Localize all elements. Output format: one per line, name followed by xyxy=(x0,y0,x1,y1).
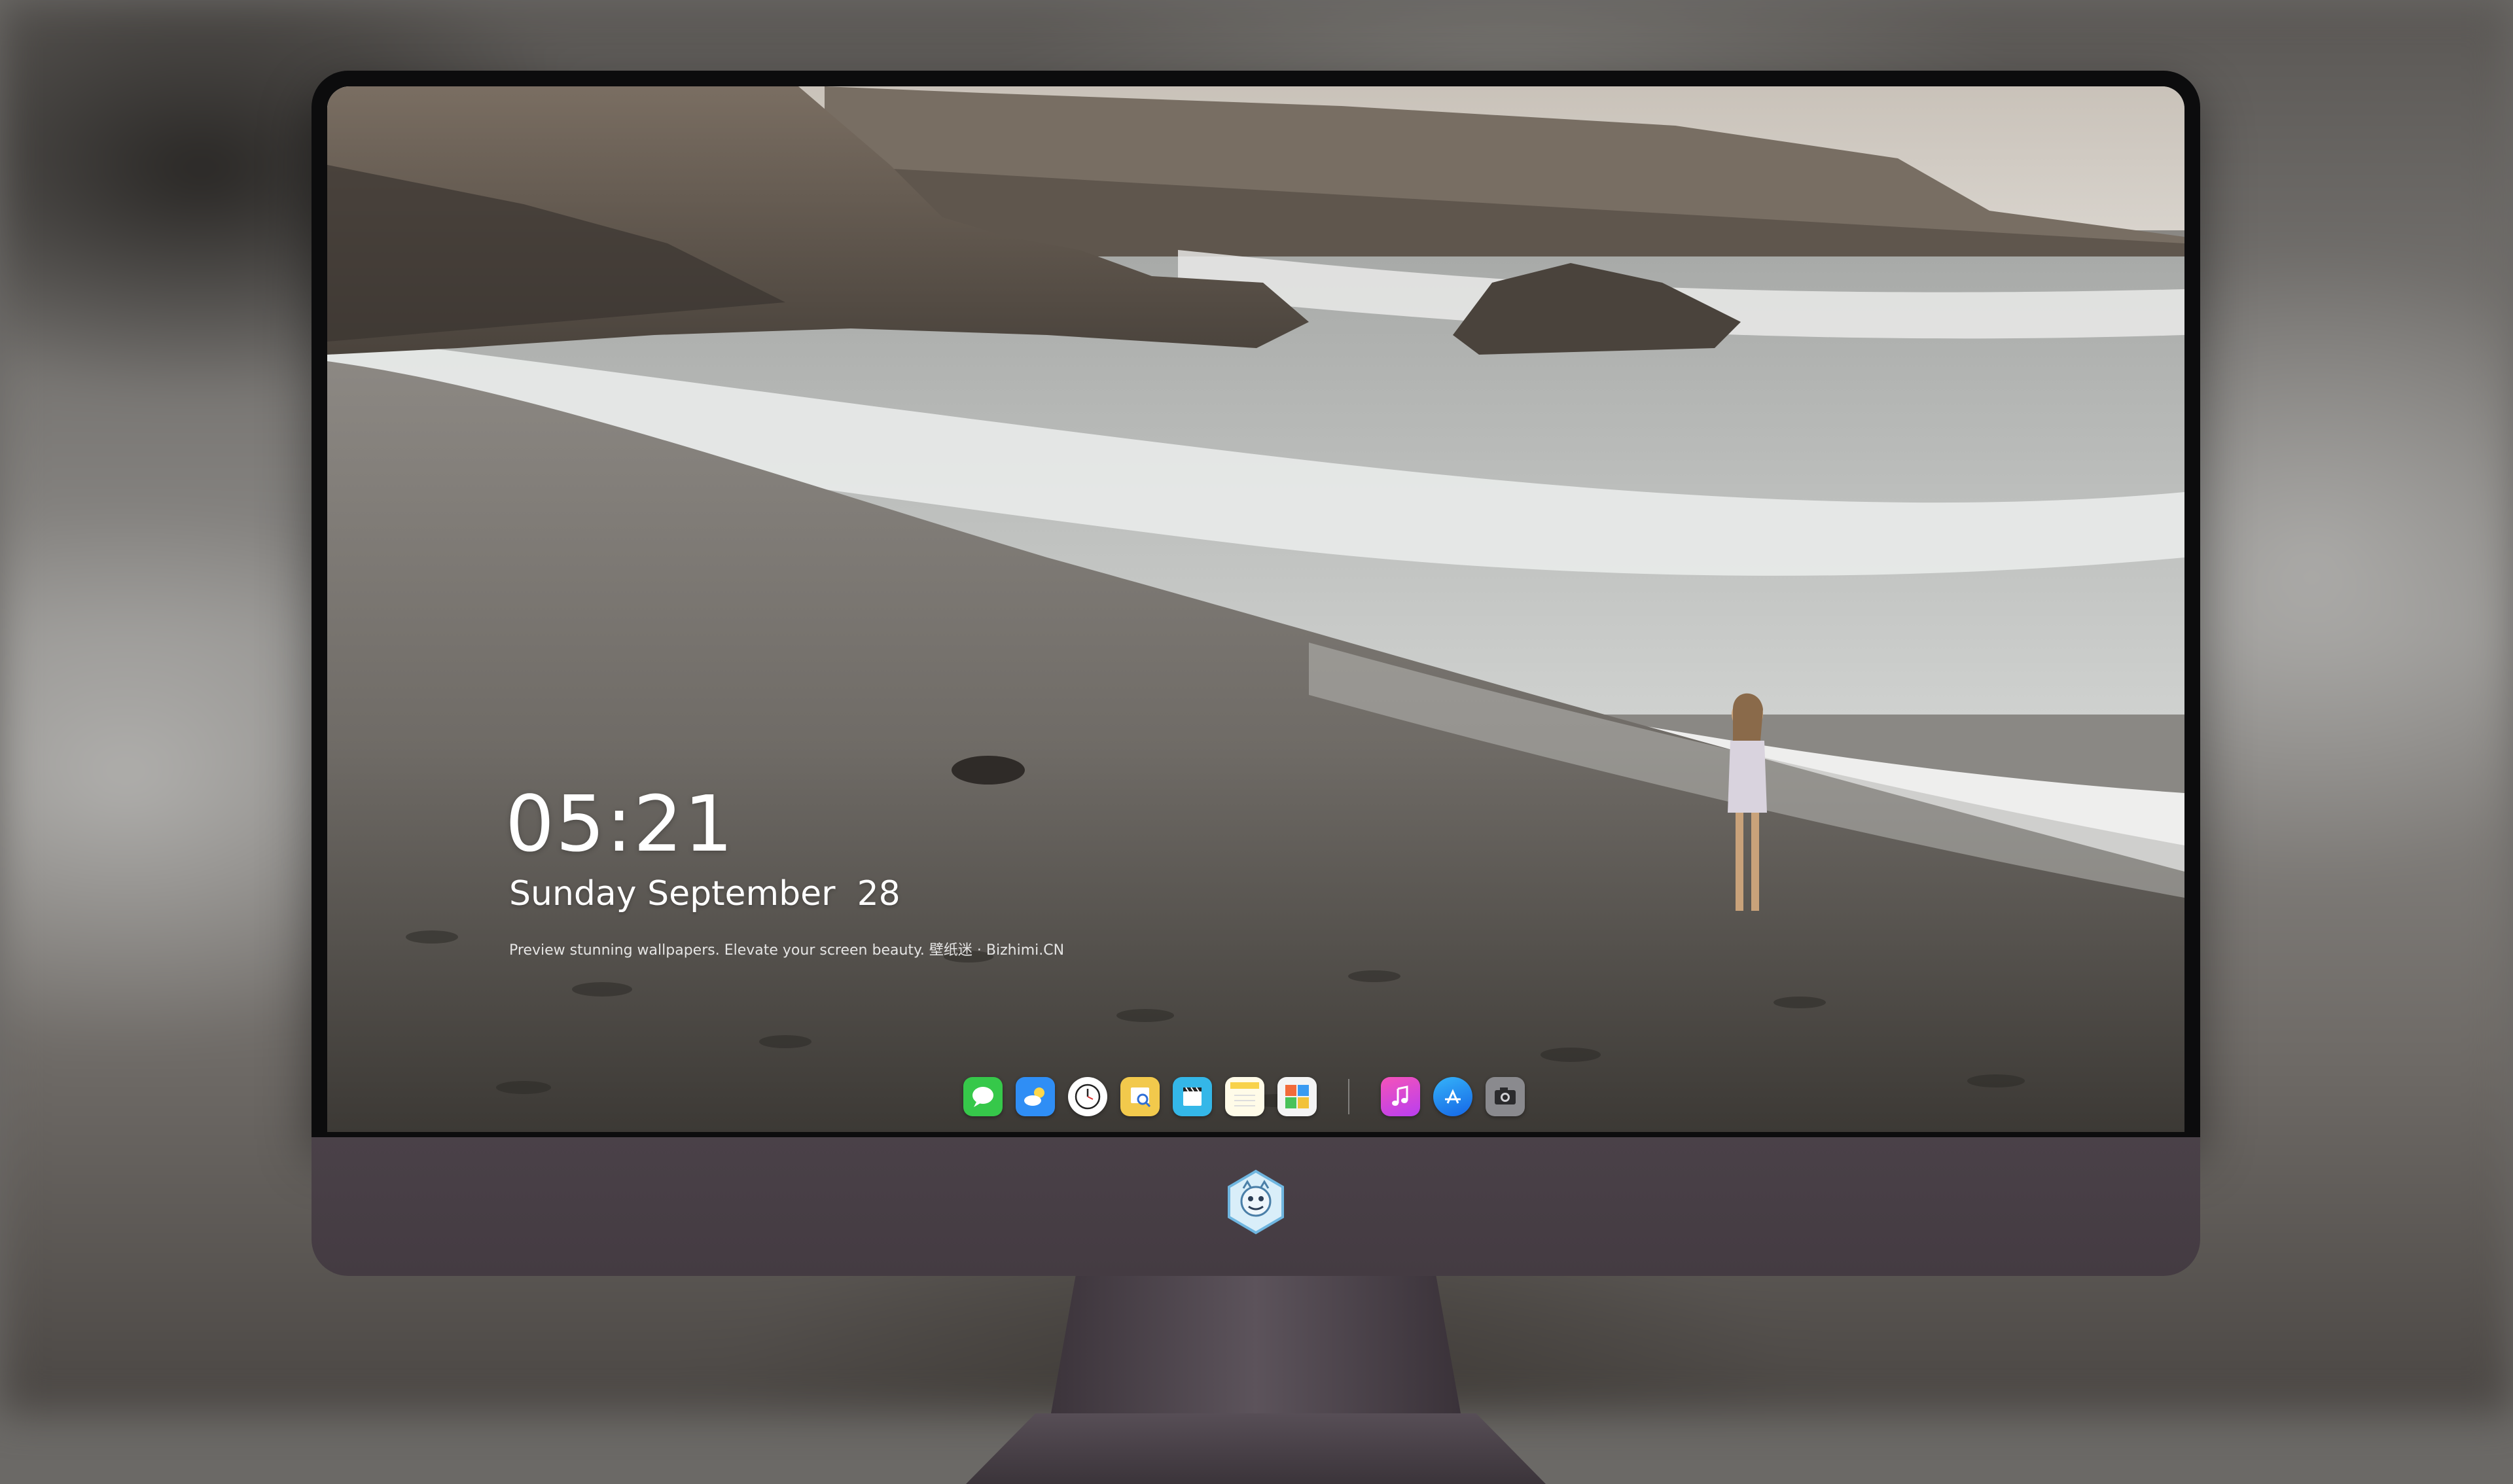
monitor-stand-neck xyxy=(1051,1276,1461,1413)
preview-icon[interactable] xyxy=(1120,1077,1160,1116)
lockscreen-date: Sunday September 28 xyxy=(509,874,900,913)
dragon-logo-icon xyxy=(1228,1169,1284,1235)
screen: 05:21 Sunday September 28 Preview stunni… xyxy=(327,86,2184,1132)
music-icon[interactable] xyxy=(1381,1077,1420,1116)
photo-booth-icon[interactable] xyxy=(1277,1077,1317,1116)
notes-icon[interactable] xyxy=(1225,1077,1264,1116)
app-store-icon[interactable] xyxy=(1433,1077,1472,1116)
beach-wallpaper xyxy=(327,86,2184,1132)
monitor: 05:21 Sunday September 28 Preview stunni… xyxy=(312,71,2200,1484)
clips-icon[interactable] xyxy=(1173,1077,1212,1116)
monitor-stand-base xyxy=(966,1413,1546,1484)
dock-separator xyxy=(1348,1079,1349,1114)
clock-icon[interactable] xyxy=(1068,1077,1107,1116)
lockscreen-time: 05:21 xyxy=(505,779,735,869)
lockscreen-tagline: Preview stunning wallpapers. Elevate you… xyxy=(509,942,1065,959)
messages-icon[interactable] xyxy=(963,1077,1003,1116)
monitor-bezel: 05:21 Sunday September 28 Preview stunni… xyxy=(312,71,2200,1137)
monitor-chin xyxy=(312,1137,2200,1276)
dock xyxy=(963,1065,1525,1128)
weather-icon[interactable] xyxy=(1016,1077,1055,1116)
camera-icon[interactable] xyxy=(1486,1077,1525,1116)
